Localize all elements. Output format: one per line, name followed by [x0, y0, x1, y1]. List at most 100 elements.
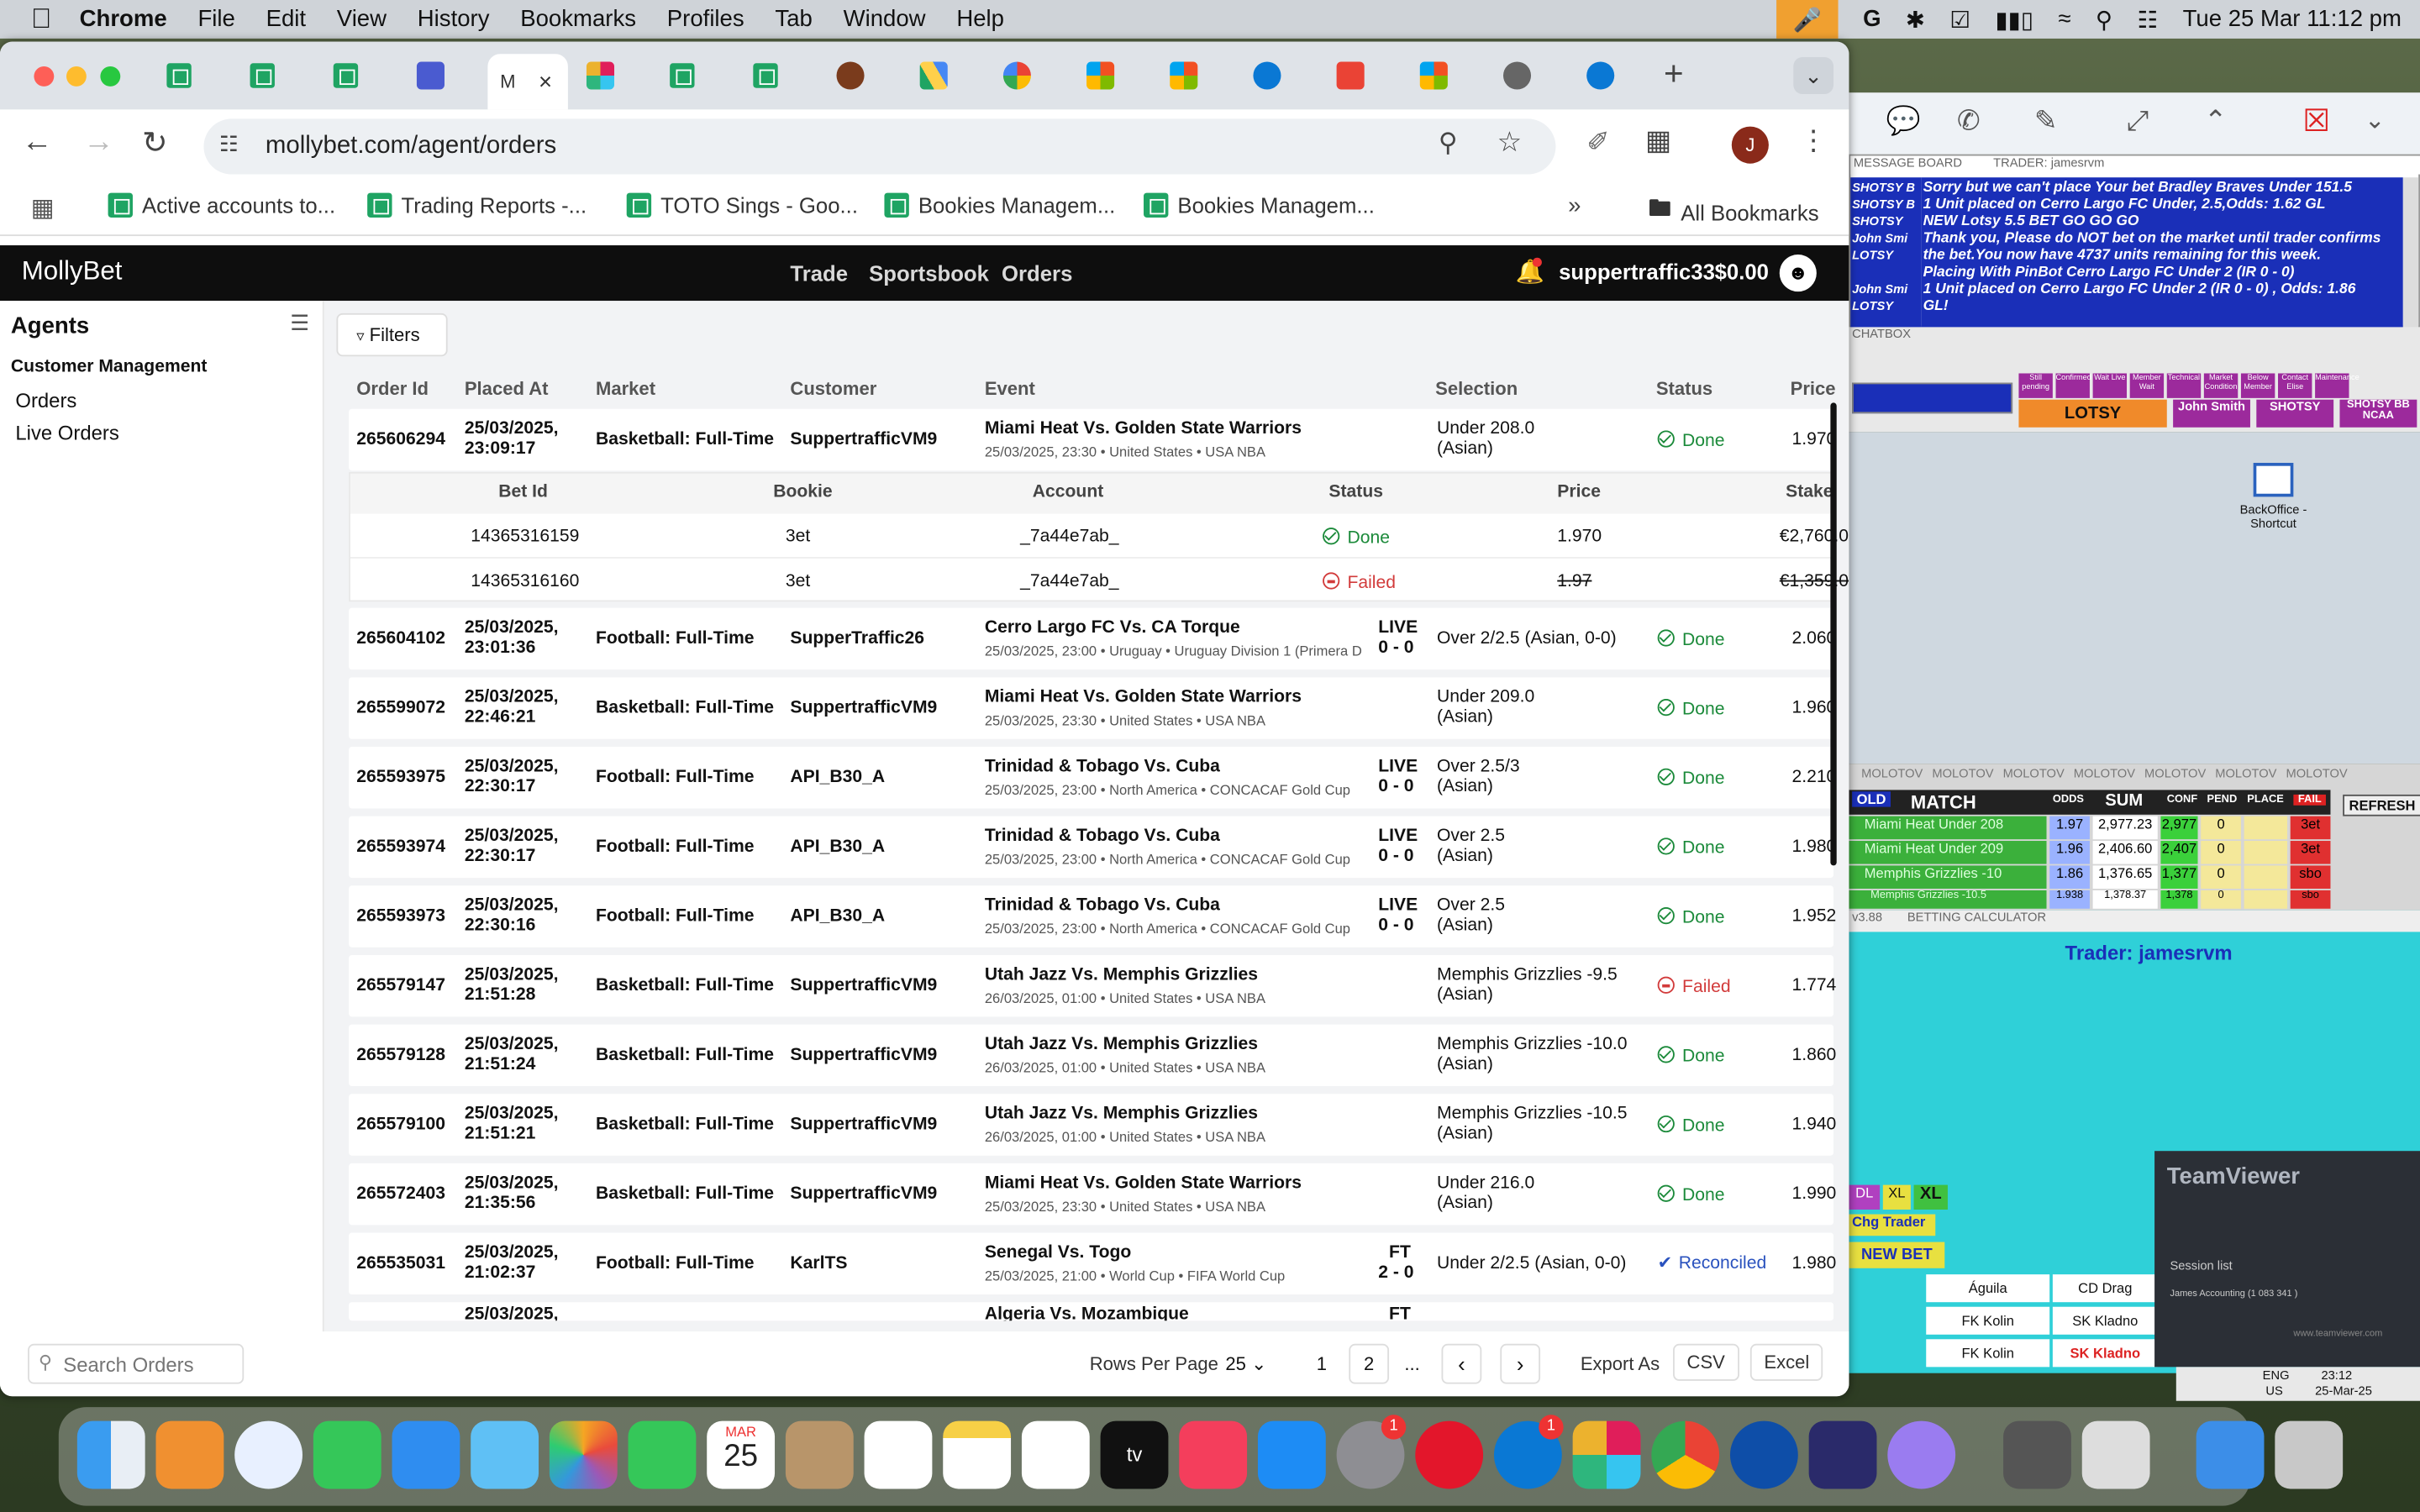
freeform-icon[interactable] — [1021, 1420, 1090, 1489]
apple-tv-icon[interactable]: tv — [1100, 1420, 1169, 1489]
chat-quick-button[interactable]: Technical — [2166, 373, 2202, 398]
calc-xl-button[interactable]: XL — [1882, 1184, 1911, 1210]
microphone-icon[interactable]: 🎤 — [1776, 0, 1839, 39]
safari-icon[interactable] — [234, 1420, 303, 1489]
reminders-icon[interactable] — [864, 1420, 933, 1489]
menu-edit[interactable]: Edit — [266, 6, 306, 32]
molotov-tab[interactable]: MOLOTOV — [2003, 767, 2065, 781]
chat-quick-button[interactable]: Market Condition — [2203, 373, 2238, 398]
nav-trade[interactable]: Trade — [790, 260, 848, 285]
chat-quick-button[interactable]: Wait Live — [2092, 373, 2128, 398]
photos-icon[interactable] — [549, 1420, 618, 1489]
browser-tab[interactable] — [1574, 54, 1655, 97]
finder-icon[interactable] — [76, 1420, 145, 1489]
facetime-icon[interactable] — [628, 1420, 697, 1489]
bet-row[interactable]: 14365316159 3et _7a44e7ab_ Done 1.970 €2… — [350, 515, 1849, 559]
order-row[interactable]: 265535031 25/03/2025, 21:02:37 Football:… — [349, 1232, 1836, 1295]
chat-quick-button[interactable]: Below Member — [2240, 373, 2275, 398]
kebab-menu-icon[interactable]: ⋮ — [1800, 125, 1828, 158]
chat-quick-button[interactable]: Confirmed — [2055, 373, 2091, 398]
browser-tab[interactable] — [1324, 54, 1405, 97]
backoffice-shortcut-icon[interactable] — [2253, 463, 2294, 497]
music-icon[interactable] — [1179, 1420, 1248, 1489]
apple-icon[interactable]:  — [31, 3, 52, 36]
zoom-icon[interactable]: ⚲ — [1439, 128, 1458, 159]
page-2-button[interactable]: 2 — [1349, 1343, 1390, 1384]
search-orders-input[interactable] — [63, 1350, 234, 1378]
messages-icon[interactable] — [313, 1420, 381, 1489]
order-row[interactable]: 265572403 25/03/2025, 21:35:56 Basketbal… — [349, 1163, 1836, 1226]
backoffice-shortcut-label[interactable]: BackOffice - Shortcut — [2219, 503, 2328, 531]
molotov-tab[interactable]: MOLOTOV — [2215, 767, 2276, 781]
order-row[interactable]: 265606294 25/03/2025, 23:09:17 Basketbal… — [349, 408, 1836, 471]
url-text[interactable]: mollybet.com/agent/orders — [266, 133, 556, 160]
order-row-partial[interactable]: 25/03/2025, Algeria Vs. Mozambique FT — [349, 1302, 1834, 1321]
trash-icon[interactable] — [2275, 1420, 2344, 1489]
calc-team[interactable]: Águila — [1926, 1274, 2050, 1303]
bookmark-item[interactable]: Bookies Managem... — [1144, 192, 1375, 218]
tab-search-chevron-icon[interactable]: ⌄ — [1793, 56, 1834, 95]
launchpad-icon[interactable] — [155, 1420, 224, 1489]
browser-tab[interactable] — [657, 54, 738, 97]
menu-app-name[interactable]: Chrome — [80, 6, 167, 32]
sidebar-item-live-orders[interactable]: Live Orders — [15, 421, 118, 444]
screenshot-icon[interactable] — [2081, 1420, 2150, 1489]
close-window-button[interactable] — [34, 66, 55, 87]
menu-bookmarks[interactable]: Bookmarks — [520, 6, 636, 32]
nav-orders[interactable]: Orders — [1002, 260, 1072, 285]
rows-per-page-select[interactable]: 25 ⌄ — [1225, 1353, 1266, 1375]
minimize-window-button[interactable] — [66, 66, 87, 87]
browser-tab[interactable] — [155, 54, 235, 97]
col-placed-at[interactable]: Placed At — [465, 378, 549, 400]
calc-team[interactable]: FK Kolin — [1926, 1339, 2050, 1368]
vertical-scrollbar[interactable] — [1830, 402, 1837, 866]
chevron-down-icon[interactable]: ⌄ — [2365, 105, 2386, 136]
menubar-datetime[interactable]: Tue 25 Mar 11:12 pm — [2183, 6, 2402, 32]
menu-window[interactable]: Window — [844, 6, 926, 32]
opera-icon[interactable] — [1415, 1420, 1484, 1489]
chat-name-lotsy[interactable]: LOTSY — [2018, 399, 2167, 428]
app-gear-icon[interactable] — [1887, 1420, 1956, 1489]
forward-arrow-icon[interactable]: → — [83, 125, 114, 160]
close-tab-icon[interactable]: × — [539, 69, 552, 95]
menu-help[interactable]: Help — [956, 6, 1004, 32]
search-orders-field[interactable]: ⚲ — [28, 1343, 245, 1384]
apps-grid-icon[interactable]: ▦ — [31, 193, 55, 224]
prev-page-chevron-icon[interactable]: ‹ — [1441, 1343, 1482, 1384]
gear-status-icon[interactable]: ✱ — [1906, 5, 1925, 33]
export-excel-button[interactable]: Excel — [1749, 1343, 1823, 1381]
filters-button[interactable]: ▿ Filters — [336, 312, 448, 357]
order-row[interactable]: 265579100 25/03/2025, 21:51:21 Basketbal… — [349, 1094, 1836, 1156]
maps-icon[interactable] — [471, 1420, 539, 1489]
profile-avatar[interactable]: J — [1731, 126, 1769, 164]
expand-icon[interactable]: ⤢ — [2127, 105, 2149, 138]
molotov-row[interactable]: Miami Heat Under 209 1.96 2,406.60 2,407… — [1849, 841, 2343, 865]
order-row[interactable]: 265593974 25/03/2025, 22:30:17 Football:… — [349, 816, 1836, 879]
new-bet-button[interactable]: NEW BET — [1849, 1242, 1945, 1268]
chat-name-shotsy[interactable]: SHOTSY — [2256, 399, 2334, 428]
chg-trader-button[interactable]: Chg Trader — [1849, 1214, 1936, 1236]
teamviewer-session-list[interactable]: Session list — [2170, 1259, 2232, 1273]
reload-icon[interactable]: ↻ — [142, 123, 168, 162]
molotov-refresh-button[interactable]: REFRESH — [2343, 794, 2420, 816]
molotov-old[interactable]: OLD — [1852, 791, 1891, 807]
control-center-icon[interactable]: ☷ — [2138, 5, 2159, 33]
col-order-id[interactable]: Order Id — [356, 378, 429, 400]
app-store-icon[interactable] — [1257, 1420, 1326, 1489]
browser-tab[interactable] — [991, 54, 1071, 97]
col-customer[interactable]: Customer — [790, 378, 876, 400]
col-selection[interactable]: Selection — [1435, 378, 1518, 400]
close-red-icon[interactable]: ☒ — [2302, 102, 2330, 140]
order-row[interactable]: 265604102 25/03/2025, 23:01:36 Football:… — [349, 607, 1836, 670]
browser-tab[interactable] — [321, 54, 402, 97]
order-row[interactable]: 265593973 25/03/2025, 22:30:16 Football:… — [349, 885, 1836, 948]
browser-tab[interactable] — [404, 54, 485, 97]
order-row[interactable]: 265579128 25/03/2025, 21:51:24 Basketbal… — [349, 1024, 1836, 1087]
grammarly-icon[interactable] — [1808, 1420, 1877, 1489]
slack-icon[interactable] — [1572, 1420, 1641, 1489]
bet-row[interactable]: 14365316160 3et _7a44e7ab_ Failed 1.97 €… — [350, 560, 1849, 603]
menu-profiles[interactable]: Profiles — [667, 6, 744, 32]
taskbar-lang[interactable]: ENG — [2263, 1368, 2290, 1383]
browser-tab[interactable] — [574, 54, 655, 97]
calendar-icon[interactable]: MAR 25 — [707, 1420, 776, 1489]
